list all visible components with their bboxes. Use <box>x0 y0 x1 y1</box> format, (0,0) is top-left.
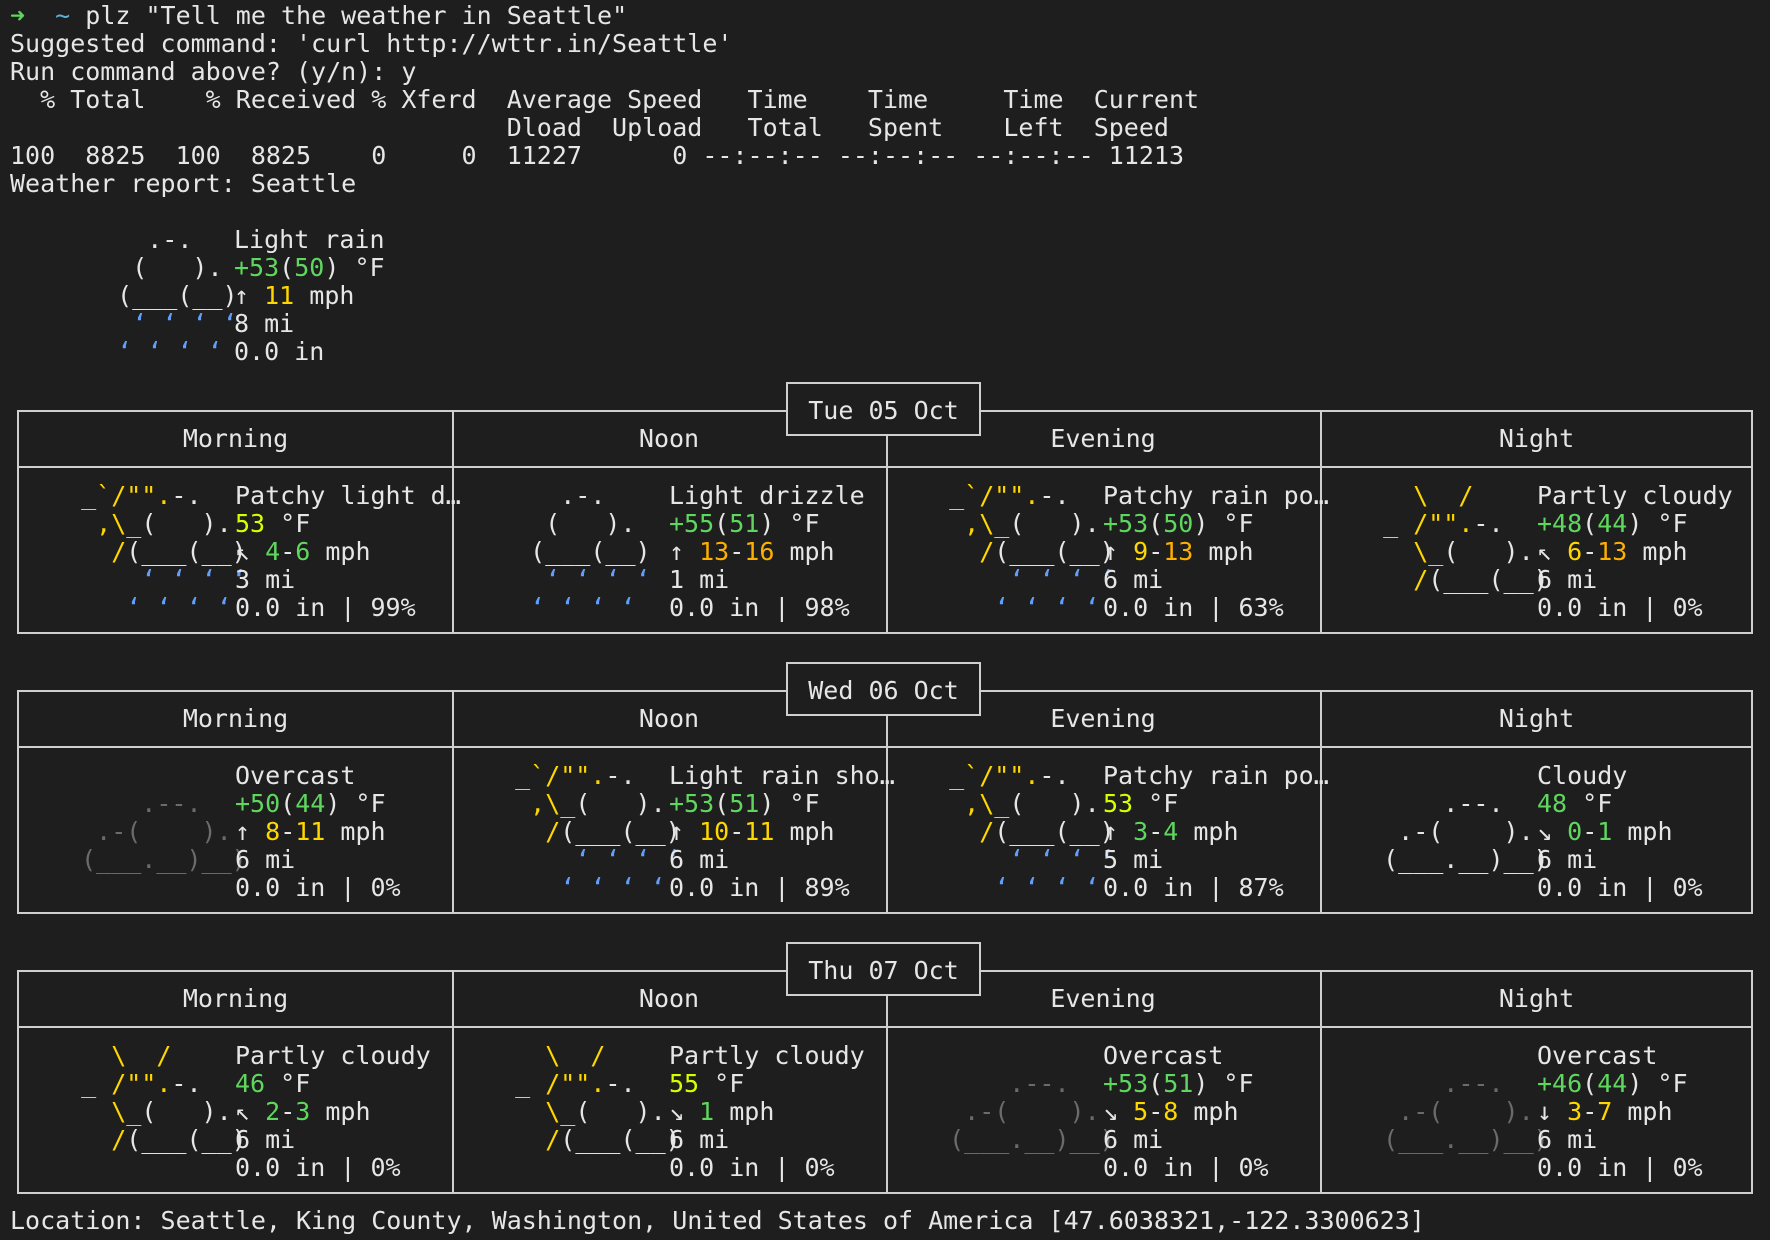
date-label: Thu 07 Oct <box>786 942 981 996</box>
slot-info: Partly cloudy 55 °F ↘ 1 mph 6 mi 0.0 in … <box>669 1041 865 1182</box>
patchy-rain-icon: _`/"".-. ,\_( ). /(___(__) ‘ ‘ ‘ ‘ ‘ ‘ ‘… <box>919 481 1115 622</box>
forecast-day-1: Morning Noon Evening Night _`/"".-. ,\_(… <box>17 410 1753 634</box>
curl-header-2: Dload Upload Total Spent Left Speed <box>10 113 1169 142</box>
period-night: Night <box>1498 424 1575 453</box>
period-night: Night <box>1498 984 1575 1013</box>
slot-info: Light rain sho… +53(51) °F ↑ 10-11 mph 6… <box>669 761 895 902</box>
period-morning: Morning <box>182 704 289 733</box>
suggested-command: Suggested command: 'curl http://wttr.in/… <box>10 29 733 58</box>
curl-stats: 100 8825 100 8825 0 0 11227 0 --:--:-- -… <box>10 141 1184 170</box>
slot-info: Cloudy 48 °F ↘ 0-1 mph 6 mi 0.0 in | 0% <box>1537 761 1703 902</box>
run-confirm: Run command above? (y/n): y <box>10 57 417 86</box>
light-rain-shower-icon: _`/"".-. ,\_( ). /(___(__) ‘ ‘ ‘ ‘ ‘ ‘ ‘… <box>485 761 681 902</box>
slot-info: Partly cloudy +48(44) °F ↖ 6-13 mph 6 mi… <box>1537 481 1733 622</box>
period-morning: Morning <box>182 984 289 1013</box>
partly-cloudy-icon: \ / _ /"".-. \_( ). /(___(__) <box>485 1041 681 1154</box>
prompt-arrow-icon: ➜ <box>10 1 26 30</box>
current-unit: °F <box>354 253 385 282</box>
overcast-icon: .--. .-( ). (___.__)__) <box>1383 1069 1549 1154</box>
command-text: plz "Tell me the weather in Seattle" <box>85 1 628 30</box>
period-night: Night <box>1498 704 1575 733</box>
current-weather: Light rain +53(50) °F ↑ 11 mph 8 mi 0.0 … <box>234 225 385 366</box>
current-visibility: 8 mi <box>234 309 295 338</box>
slot-info: Overcast +46(44) °F ↓ 3-7 mph 6 mi 0.0 i… <box>1537 1041 1703 1182</box>
patchy-drizzle-icon: _`/"".-. ,\_( ). /(___(__) ‘ ‘ ‘ ‘ ‘ ‘ ‘… <box>51 481 247 622</box>
overcast-icon: .--. .-( ). (___.__)__) <box>949 1069 1115 1154</box>
patchy-rain-icon: _`/"".-. ,\_( ). /(___(__) ‘ ‘ ‘ ‘ ‘ ‘ ‘… <box>919 761 1115 902</box>
current-temp: +53 <box>234 253 280 282</box>
current-wind-unit: mph <box>309 281 355 310</box>
curl-header-1: % Total % Received % Xferd Average Speed… <box>10 85 1200 114</box>
period-morning: Morning <box>182 424 289 453</box>
light-drizzle-icon: .-. ( ). (___(__) ‘ ‘ ‘ ‘ ‘ ‘ ‘ ‘ <box>530 481 651 622</box>
light-rain-icon: .-. ( ). (___(__) ‘ ‘ ‘ ‘ ‘ ‘ ‘ ‘ <box>117 225 238 366</box>
location-line: Location: Seattle, King County, Washingt… <box>10 1206 1425 1235</box>
cloudy-icon: .--. .-( ). (___.__)__) <box>1383 789 1549 874</box>
current-precip: 0.0 in <box>234 337 325 366</box>
date-label: Wed 06 Oct <box>786 662 981 716</box>
date-label: Tue 05 Oct <box>786 382 981 436</box>
slot-info: Partly cloudy 46 °F ↖ 2-3 mph 6 mi 0.0 i… <box>235 1041 431 1182</box>
partly-cloudy-icon: \ / _ /"".-. \_( ). /(___(__) <box>51 1041 247 1154</box>
slot-info: Overcast +50(44) °F ↑ 8-11 mph 6 mi 0.0 … <box>235 761 401 902</box>
slot-info: Overcast +53(51) °F ↘ 5-8 mph 6 mi 0.0 i… <box>1103 1041 1269 1182</box>
report-title: Weather report: Seattle <box>10 169 357 198</box>
partly-cloudy-icon: \ / _ /"".-. \_( ). /(___(__) <box>1353 481 1549 594</box>
wind-arrow-icon: ↑ <box>234 281 250 310</box>
slot-info: Patchy light d… 53 °F ↖ 4-6 mph 3 mi 0.0… <box>235 481 461 622</box>
slot-info: Light drizzle +55(51) °F ↑ 13-16 mph 1 m… <box>669 481 865 622</box>
forecast-day-2: Morning Noon Evening Night .--. .-( ). (… <box>17 690 1753 914</box>
command-line: ➜ ~ plz "Tell me the weather in Seattle" <box>10 2 627 30</box>
forecast-day-3: Morning Noon Evening Night \ / _ /"".-. … <box>17 970 1753 1194</box>
current-condition: Light rain <box>234 225 385 254</box>
current-wind: 11 <box>264 281 295 310</box>
slot-info: Patchy rain po… +53(50) °F ↑ 9-13 mph 6 … <box>1103 481 1329 622</box>
overcast-icon: .--. .-( ). (___.__)__) <box>81 789 247 874</box>
terminal-window[interactable]: ➜ ~ plz "Tell me the weather in Seattle"… <box>0 0 1770 1240</box>
prompt-directory: ~ <box>55 1 71 30</box>
slot-info: Patchy rain po… 53 °F ↑ 3-4 mph 5 mi 0.0… <box>1103 761 1329 902</box>
current-feels: 50 <box>294 253 325 282</box>
